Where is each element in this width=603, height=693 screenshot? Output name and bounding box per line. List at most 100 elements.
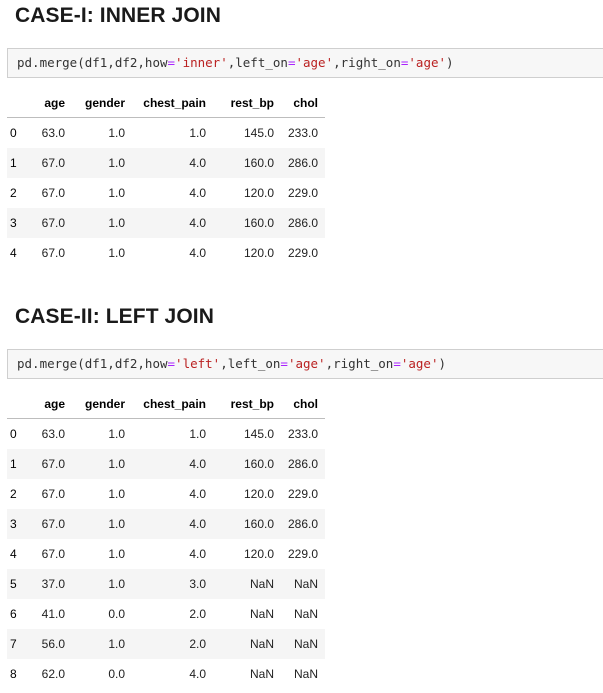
cell-rest-bp: NaN bbox=[249, 577, 274, 591]
code-operator: = bbox=[167, 55, 176, 70]
table-body: 0 63.0 1.0 1.0 145.0 233.0 1 67.0 1.0 4.… bbox=[7, 418, 325, 689]
table-row: 5 37.0 1.0 3.0 NaN NaN bbox=[7, 569, 325, 599]
cell-gender: 1.0 bbox=[108, 457, 125, 471]
row-index: 6 bbox=[10, 607, 17, 621]
column-header-age: age bbox=[32, 88, 65, 118]
code-operator: = bbox=[167, 356, 176, 371]
row-index: 1 bbox=[10, 156, 17, 170]
cell-chol: 229.0 bbox=[287, 246, 318, 260]
row-index: 0 bbox=[10, 427, 17, 441]
column-header-chest-pain: chest_pain bbox=[125, 389, 206, 419]
table-row: 1 67.0 1.0 4.0 160.0 286.0 bbox=[7, 449, 325, 479]
cell-rest-bp: 160.0 bbox=[243, 517, 274, 531]
code-string-how: 'left' bbox=[175, 356, 221, 371]
cell-chol: NaN bbox=[293, 637, 318, 651]
cell-chest-pain: 3.0 bbox=[189, 577, 206, 591]
section-title-left-join: CASE-II: LEFT JOIN bbox=[15, 305, 214, 328]
cell-chest-pain: 4.0 bbox=[189, 457, 206, 471]
code-suffix: ) bbox=[438, 356, 447, 371]
cell-gender: 1.0 bbox=[108, 216, 125, 230]
code-string-right-on: 'age' bbox=[408, 55, 447, 70]
code-string-left-on: 'age' bbox=[287, 356, 326, 371]
cell-chol: 286.0 bbox=[287, 517, 318, 531]
code-operator: = bbox=[280, 356, 288, 371]
cell-age: 67.0 bbox=[41, 517, 65, 531]
cell-chest-pain: 2.0 bbox=[189, 607, 206, 621]
table-row: 4 67.0 1.0 4.0 120.0 229.0 bbox=[7, 238, 325, 268]
row-index: 7 bbox=[10, 637, 17, 651]
cell-rest-bp: 145.0 bbox=[243, 126, 274, 140]
row-index: 8 bbox=[10, 667, 17, 681]
dataframe-left-join: age gender chest_pain rest_bp chol 0 63.… bbox=[7, 389, 325, 689]
cell-rest-bp: 120.0 bbox=[243, 186, 274, 200]
cell-rest-bp: 160.0 bbox=[243, 457, 274, 471]
table-row: 3 67.0 1.0 4.0 160.0 286.0 bbox=[7, 509, 325, 539]
cell-chest-pain: 4.0 bbox=[189, 156, 206, 170]
cell-rest-bp: 120.0 bbox=[243, 547, 274, 561]
column-header-gender: gender bbox=[65, 88, 125, 118]
dataframe-inner-join: age gender chest_pain rest_bp chol 0 63.… bbox=[7, 88, 325, 268]
table-row: 7 56.0 1.0 2.0 NaN NaN bbox=[7, 629, 325, 659]
table-row: 0 63.0 1.0 1.0 145.0 233.0 bbox=[7, 117, 325, 148]
code-mid: ,left_on bbox=[227, 55, 288, 70]
row-index: 2 bbox=[10, 487, 17, 501]
cell-gender: 1.0 bbox=[108, 126, 125, 140]
row-index: 2 bbox=[10, 186, 17, 200]
cell-chest-pain: 4.0 bbox=[189, 487, 206, 501]
table-row: 2 67.0 1.0 4.0 120.0 229.0 bbox=[7, 479, 325, 509]
code-cell-left-join[interactable]: pd.merge(df1,df2,how='left',left_on='age… bbox=[7, 349, 603, 379]
cell-gender: 1.0 bbox=[108, 547, 125, 561]
column-header-age: age bbox=[32, 389, 65, 419]
cell-rest-bp: 160.0 bbox=[243, 216, 274, 230]
column-header-chol: chol bbox=[274, 88, 325, 118]
code-mid: ,left_on bbox=[220, 356, 281, 371]
cell-chest-pain: 2.0 bbox=[189, 637, 206, 651]
table-row: 8 62.0 0.0 4.0 NaN NaN bbox=[7, 659, 325, 689]
table-row: 6 41.0 0.0 2.0 NaN NaN bbox=[7, 599, 325, 629]
cell-chol: NaN bbox=[293, 667, 318, 681]
cell-age: 37.0 bbox=[41, 577, 65, 591]
cell-gender: 1.0 bbox=[108, 427, 125, 441]
cell-gender: 1.0 bbox=[108, 577, 125, 591]
cell-chol: 286.0 bbox=[287, 457, 318, 471]
cell-age: 41.0 bbox=[41, 607, 65, 621]
column-header-chol: chol bbox=[274, 389, 325, 419]
cell-chest-pain: 4.0 bbox=[189, 547, 206, 561]
cell-rest-bp: NaN bbox=[249, 637, 274, 651]
cell-age: 67.0 bbox=[41, 487, 65, 501]
index-header bbox=[7, 389, 32, 419]
column-header-gender: gender bbox=[65, 389, 125, 419]
cell-age: 67.0 bbox=[41, 457, 65, 471]
code-string-left-on: 'age' bbox=[295, 55, 334, 70]
cell-chol: 233.0 bbox=[287, 427, 318, 441]
cell-rest-bp: 160.0 bbox=[243, 156, 274, 170]
cell-gender: 1.0 bbox=[108, 487, 125, 501]
row-index: 5 bbox=[10, 577, 17, 591]
section-title-inner-join: CASE-I: INNER JOIN bbox=[15, 4, 221, 27]
cell-rest-bp: 120.0 bbox=[243, 487, 274, 501]
cell-chest-pain: 1.0 bbox=[189, 427, 206, 441]
cell-chol: 229.0 bbox=[287, 487, 318, 501]
cell-gender: 1.0 bbox=[108, 246, 125, 260]
cell-rest-bp: 145.0 bbox=[243, 427, 274, 441]
cell-age: 63.0 bbox=[41, 126, 65, 140]
code-prefix: pd.merge(df1,df2,how bbox=[17, 55, 168, 70]
cell-gender: 1.0 bbox=[108, 517, 125, 531]
cell-age: 63.0 bbox=[41, 427, 65, 441]
table-row: 2 67.0 1.0 4.0 120.0 229.0 bbox=[7, 178, 325, 208]
code-operator: = bbox=[393, 356, 401, 371]
row-index: 3 bbox=[10, 517, 17, 531]
cell-chest-pain: 4.0 bbox=[189, 216, 206, 230]
cell-age: 67.0 bbox=[41, 156, 65, 170]
row-index: 4 bbox=[10, 246, 17, 260]
cell-chest-pain: 1.0 bbox=[189, 126, 206, 140]
column-header-chest-pain: chest_pain bbox=[125, 88, 206, 118]
cell-gender: 1.0 bbox=[108, 637, 125, 651]
cell-rest-bp: NaN bbox=[249, 667, 274, 681]
cell-gender: 1.0 bbox=[108, 186, 125, 200]
cell-chol: 233.0 bbox=[287, 126, 318, 140]
code-suffix: ) bbox=[446, 55, 454, 70]
code-cell-inner-join[interactable]: pd.merge(df1,df2,how='inner',left_on='ag… bbox=[7, 48, 603, 78]
cell-chol: 286.0 bbox=[287, 156, 318, 170]
table-body: 0 63.0 1.0 1.0 145.0 233.0 1 67.0 1.0 4.… bbox=[7, 117, 325, 268]
